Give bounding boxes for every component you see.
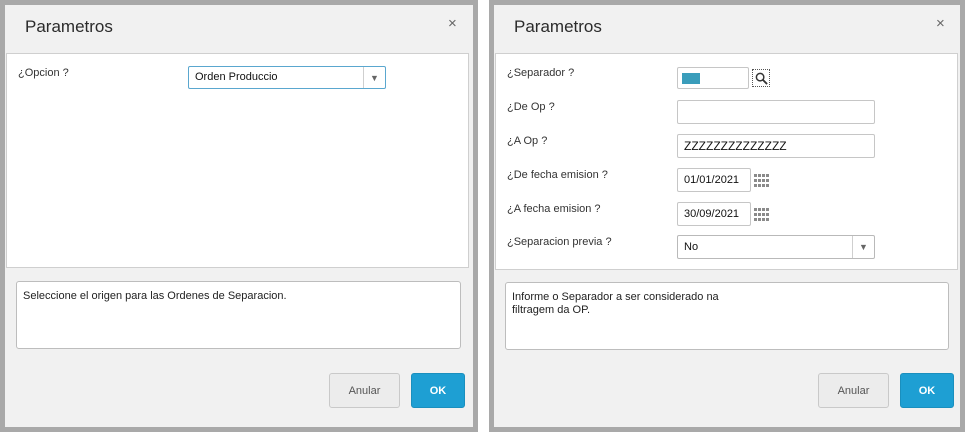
chevron-down-icon[interactable]: ▼ <box>363 67 385 88</box>
de-op-input[interactable] <box>677 100 875 124</box>
parametros-dialog-left: Parametros × ¿Opcion ? Orden Produccio ▼… <box>0 0 478 432</box>
anular-button[interactable]: Anular <box>818 373 889 408</box>
ok-button[interactable]: OK <box>411 373 465 408</box>
calendar-icon[interactable] <box>754 208 770 222</box>
chevron-down-icon[interactable]: ▼ <box>852 236 874 258</box>
ok-button[interactable]: OK <box>900 373 954 408</box>
a-fecha-emision-input[interactable]: 30/09/2021 <box>677 202 751 226</box>
close-icon[interactable]: × <box>448 15 457 32</box>
separador-field[interactable] <box>677 67 749 89</box>
dialog-body: Parametros × ¿Opcion ? Orden Produccio ▼… <box>5 5 473 427</box>
search-icon[interactable] <box>752 69 770 87</box>
calendar-icon[interactable] <box>754 174 770 188</box>
de-fecha-emision-input[interactable]: 01/01/2021 <box>677 168 751 192</box>
dialog-body: Parametros × ¿Separador ? ¿De Op ? ¿A Op… <box>494 5 960 427</box>
separador-color-swatch <box>682 73 700 84</box>
close-icon[interactable]: × <box>936 15 945 32</box>
parametros-dialog-right: Parametros × ¿Separador ? ¿De Op ? ¿A Op… <box>489 0 965 432</box>
param-label-a-op: ¿A Op ? <box>507 135 548 147</box>
parameters-panel: ¿Opcion ? Orden Produccio ▼ <box>6 53 469 268</box>
opcion-select-value: Orden Produccio <box>195 71 278 83</box>
anular-button[interactable]: Anular <box>329 373 400 408</box>
help-text-box: Seleccione el origen para las Ordenes de… <box>16 281 461 349</box>
param-label-a-fecha-emision: ¿A fecha emision ? <box>507 203 601 215</box>
help-text-box: Informe o Separador a ser considerado na… <box>505 282 949 350</box>
param-label-separador: ¿Separador ? <box>507 67 575 79</box>
dialog-title: Parametros <box>25 17 113 36</box>
param-label-de-fecha-emision: ¿De fecha emision ? <box>507 169 608 181</box>
a-op-input[interactable]: ZZZZZZZZZZZZZZ <box>677 134 875 158</box>
opcion-select[interactable]: Orden Produccio ▼ <box>188 66 386 89</box>
parameters-panel: ¿Separador ? ¿De Op ? ¿A Op ? ZZZZZZZZZZ… <box>495 53 958 270</box>
param-label-separacion-previa: ¿Separacion previa ? <box>507 236 612 248</box>
separacion-previa-value: No <box>684 241 699 253</box>
param-label-opcion: ¿Opcion ? <box>18 67 69 79</box>
param-label-de-op: ¿De Op ? <box>507 101 555 113</box>
separacion-previa-select[interactable]: No ▼ <box>677 235 875 259</box>
dialog-title: Parametros <box>514 17 602 36</box>
